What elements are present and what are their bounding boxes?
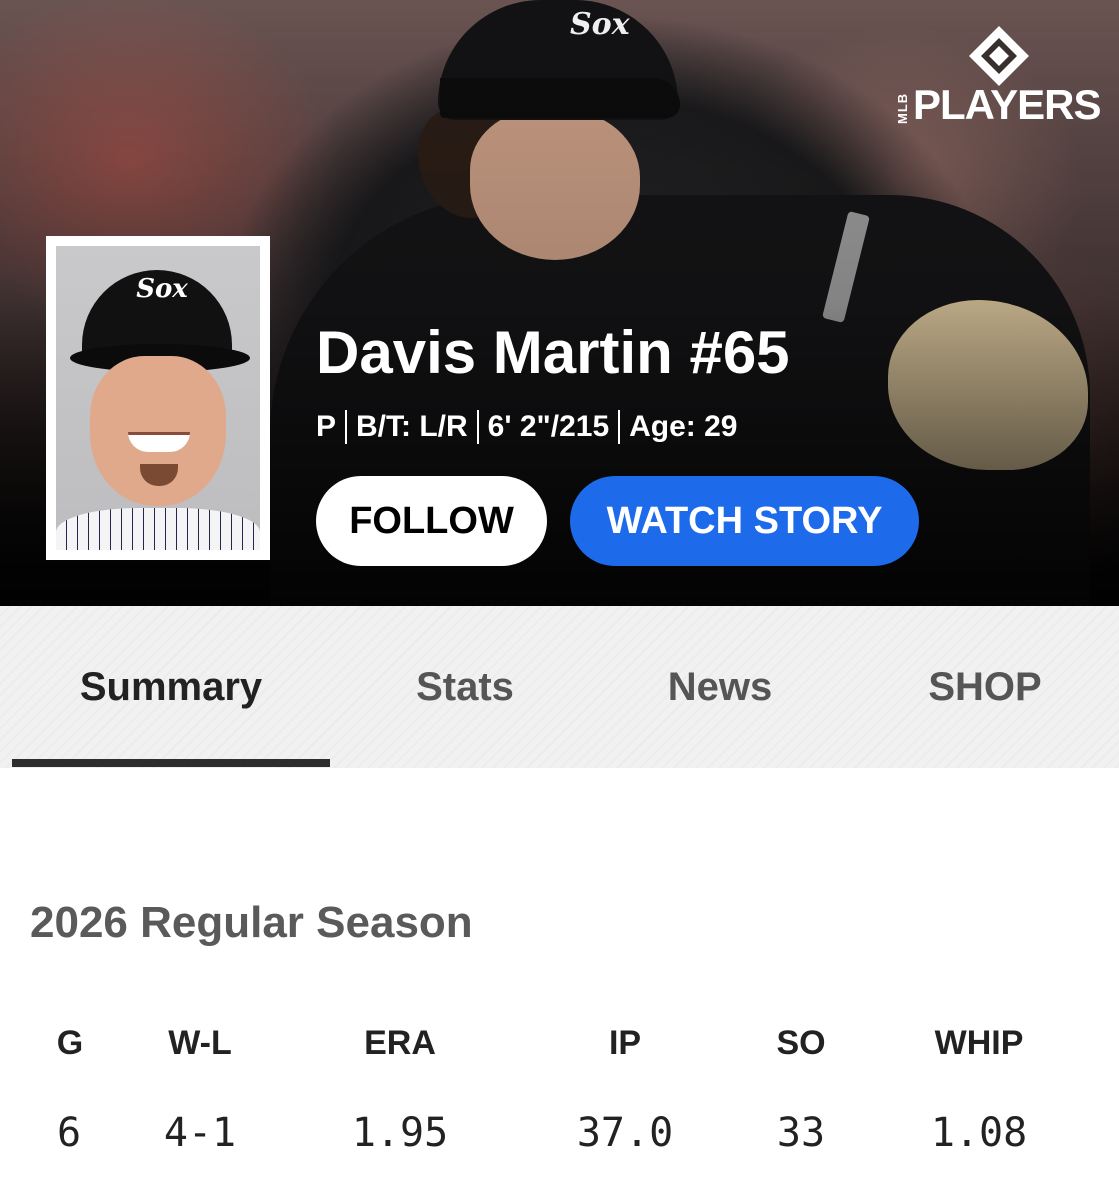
players-wordmark: PLAYERS [913, 81, 1102, 128]
stat-header-whip: WHIP [934, 1024, 1024, 1062]
stat-header-ip: IP [608, 1024, 642, 1062]
player-headshot: Sox [46, 236, 270, 560]
headshot-photo: Sox [56, 246, 260, 550]
headshot-jersey [56, 508, 260, 550]
meta-divider [476, 410, 479, 444]
player-age: Age: 29 [629, 410, 738, 443]
stat-value-ip: 37.0 [576, 1110, 674, 1156]
tab-summary[interactable]: Summary [12, 606, 330, 768]
tab-stats[interactable]: Stats [360, 606, 570, 768]
mlbpa-diamond-icon [969, 26, 1029, 86]
active-tab-indicator [12, 759, 330, 767]
player-bats-throws: B/T: L/R [356, 410, 468, 443]
stat-value-whip: 1.08 [930, 1110, 1028, 1156]
stat-value-wl: 4-1 [163, 1110, 237, 1156]
stat-header-wl: W-L [168, 1024, 232, 1062]
season-title: 2026 Regular Season [30, 898, 473, 947]
stat-value-era: 1.95 [351, 1110, 449, 1156]
watch-story-button[interactable]: WATCH STORY [570, 476, 919, 566]
headshot-cap-logo: Sox [136, 274, 188, 304]
stat-header-so: SO [776, 1024, 826, 1062]
player-meta: P B/T: L/R 6' 2"/215 Age: 29 [316, 405, 738, 449]
follow-button[interactable]: FOLLOW [316, 476, 547, 566]
mlb-wordmark: MLB [895, 92, 910, 124]
tab-shop[interactable]: SHOP [870, 606, 1100, 768]
meta-divider [618, 410, 621, 444]
player-position: P [316, 410, 337, 443]
player-name: Davis Martin #65 [316, 319, 790, 386]
stat-value-so: 33 [776, 1110, 826, 1156]
player-height-weight: 6' 2"/215 [487, 410, 610, 443]
tab-news[interactable]: News [610, 606, 830, 768]
stat-header-era: ERA [364, 1024, 436, 1062]
meta-divider [345, 410, 348, 444]
